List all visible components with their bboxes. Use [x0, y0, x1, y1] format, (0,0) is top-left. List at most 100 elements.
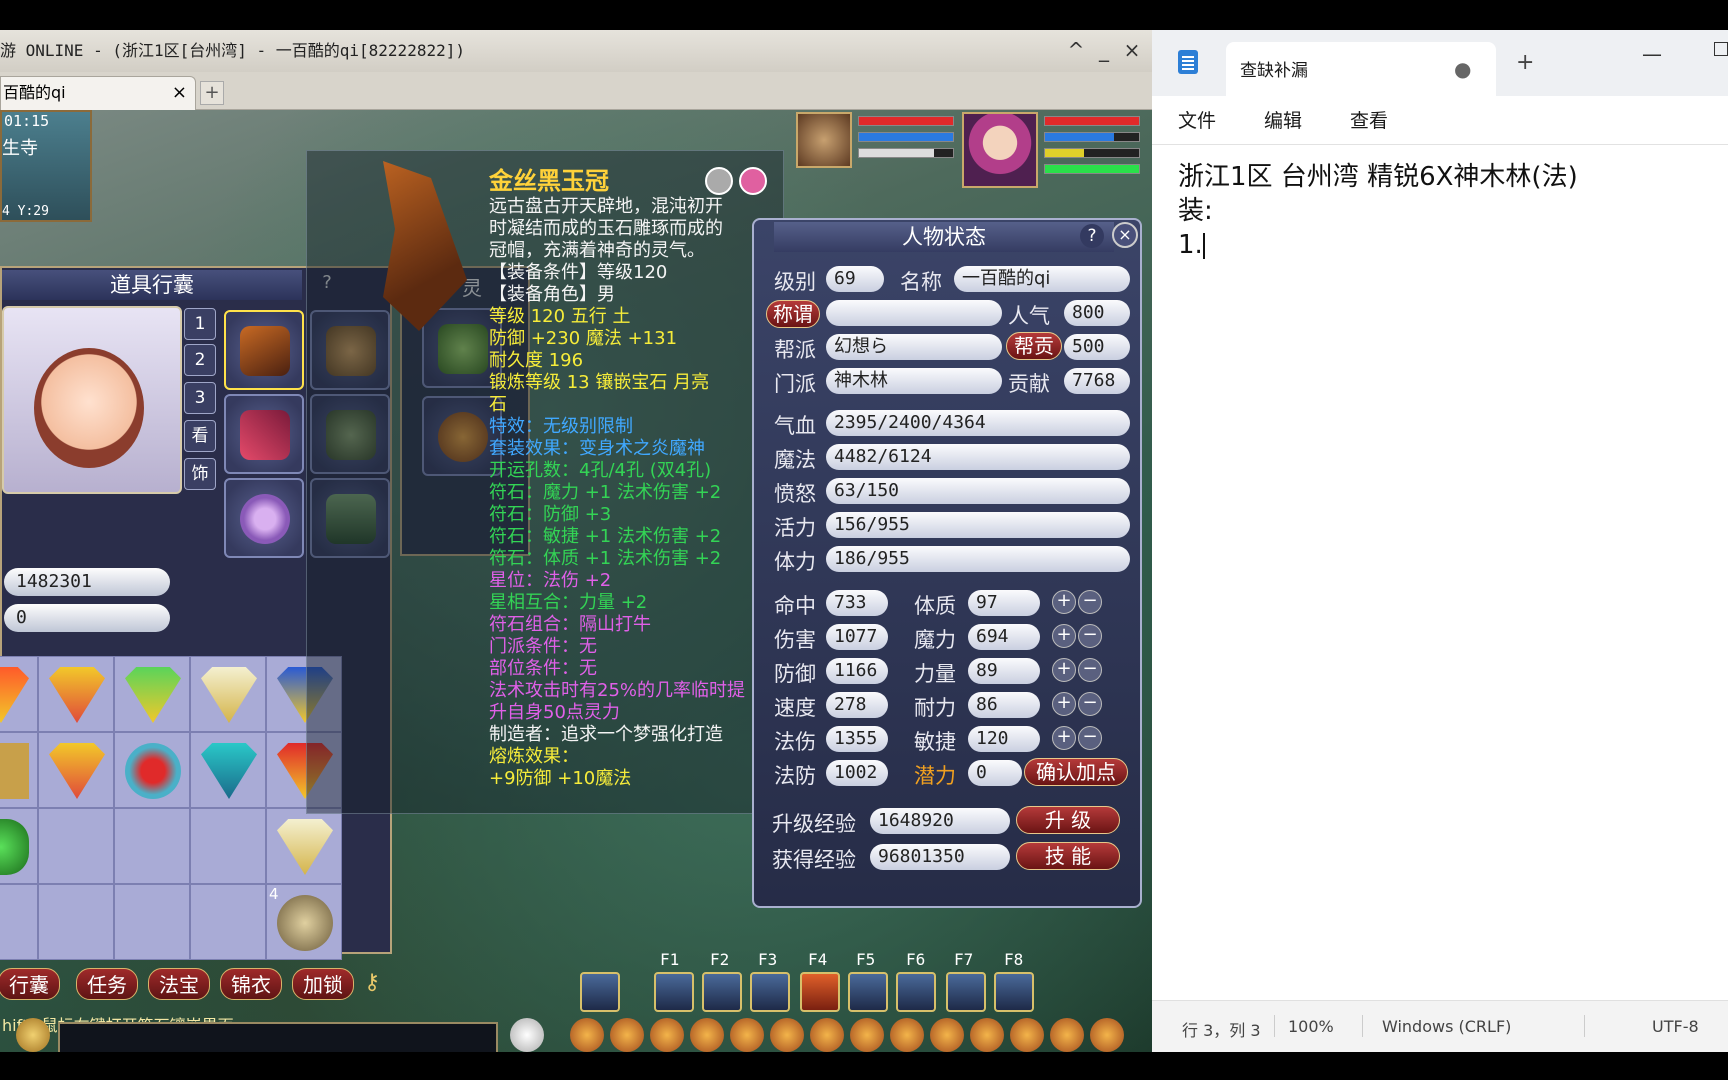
- endurance-minus-button[interactable]: −: [1078, 692, 1102, 716]
- toolbar-icon[interactable]: [970, 1018, 1004, 1052]
- character-close-button[interactable]: ×: [1112, 222, 1138, 248]
- inventory-cell[interactable]: 4: [266, 884, 342, 960]
- constitution-plus-button[interactable]: +: [1052, 590, 1076, 614]
- confirm-points-button[interactable]: 确认加点: [1024, 758, 1128, 786]
- accessory-tab[interactable]: 饰: [184, 458, 216, 490]
- new-tab-button[interactable]: +: [200, 81, 224, 105]
- toolbar-icon[interactable]: [690, 1018, 724, 1052]
- constitution-field: 97: [968, 590, 1040, 616]
- close-button[interactable]: ×: [1120, 38, 1144, 62]
- menu-view[interactable]: 查看: [1350, 106, 1388, 133]
- inventory-cell[interactable]: [266, 808, 342, 884]
- toolbar-icon[interactable]: [930, 1018, 964, 1052]
- skill-slot-f3[interactable]: [750, 972, 790, 1012]
- toolbar-icon[interactable]: [850, 1018, 884, 1052]
- constitution-minus-button[interactable]: −: [1078, 590, 1102, 614]
- inventory-cell[interactable]: [38, 732, 114, 808]
- skill-slot-f2[interactable]: [702, 972, 742, 1012]
- strength-minus-button[interactable]: −: [1078, 658, 1102, 682]
- skill-slot-f6[interactable]: [896, 972, 936, 1012]
- inventory-cell[interactable]: [38, 884, 114, 960]
- guild-contrib-button[interactable]: 帮贡: [1006, 332, 1062, 360]
- tab-close-icon[interactable]: ×: [172, 77, 187, 109]
- agility-plus-button[interactable]: +: [1052, 726, 1076, 750]
- school-label: 门派: [774, 372, 816, 396]
- inventory-cell[interactable]: [0, 732, 38, 808]
- skill-slot-f4[interactable]: [800, 972, 840, 1012]
- notepad-maximize-button[interactable]: [1714, 42, 1728, 56]
- toolbar-icon[interactable]: [1010, 1018, 1044, 1052]
- chat-input[interactable]: [58, 1022, 498, 1052]
- inventory-page-3[interactable]: 3: [184, 382, 216, 414]
- notepad-minimize-button[interactable]: —: [1642, 42, 1662, 66]
- bag-button[interactable]: 行囊: [0, 968, 60, 1000]
- game-scene[interactable]: 01:15 生寺 4 Y:29 灵 道具行囊 ? 1482301 0 1 2 3…: [0, 110, 1152, 1052]
- minimap[interactable]: 01:15 生寺 4 Y:29: [0, 110, 92, 222]
- hero-portrait[interactable]: [962, 112, 1038, 188]
- character-help-button[interactable]: ?: [1080, 224, 1104, 248]
- inventory-cell[interactable]: [114, 808, 190, 884]
- inventory-cell[interactable]: [190, 656, 266, 732]
- inventory-cell[interactable]: [114, 884, 190, 960]
- inventory-cell[interactable]: [38, 656, 114, 732]
- menu-file[interactable]: 文件: [1178, 106, 1216, 133]
- toolbar-icon[interactable]: [730, 1018, 764, 1052]
- inventory-cell[interactable]: [190, 808, 266, 884]
- view-tab[interactable]: 看: [184, 420, 216, 452]
- unsaved-dot-icon[interactable]: ●: [1454, 57, 1471, 81]
- skill-slot-f1[interactable]: [654, 972, 694, 1012]
- toolbar-icon[interactable]: [810, 1018, 844, 1052]
- toolbar-icon[interactable]: [1090, 1018, 1124, 1052]
- inventory-cell[interactable]: [190, 732, 266, 808]
- toolbar-icon[interactable]: [890, 1018, 924, 1052]
- equip-slot-belt[interactable]: [224, 478, 304, 558]
- agility-minus-button[interactable]: −: [1078, 726, 1102, 750]
- treasure-button[interactable]: 法宝: [148, 968, 210, 1000]
- lock-button[interactable]: 加锁: [292, 968, 354, 1000]
- magic-power-plus-button[interactable]: +: [1052, 624, 1076, 648]
- toolbar-icon[interactable]: [570, 1018, 604, 1052]
- settings-skill-icon[interactable]: [580, 972, 620, 1012]
- inventory-page-1[interactable]: 1: [184, 308, 216, 340]
- skill-slot-f5[interactable]: [848, 972, 888, 1012]
- skill-slot-f7[interactable]: [946, 972, 986, 1012]
- equip-slot-hat[interactable]: [224, 310, 304, 390]
- outfit-button[interactable]: 锦衣: [220, 968, 282, 1000]
- inventory-cell[interactable]: [114, 732, 190, 808]
- toolbar-icon[interactable]: [650, 1018, 684, 1052]
- inventory-cell[interactable]: [114, 656, 190, 732]
- tooltip-line: 星位：法伤 +2: [489, 570, 612, 591]
- toolbar-icon[interactable]: [610, 1018, 644, 1052]
- notepad-tab[interactable]: 查缺补漏 ●: [1226, 42, 1496, 96]
- inventory-cell[interactable]: [0, 884, 38, 960]
- inventory-page-2[interactable]: 2: [184, 344, 216, 376]
- endurance-plus-button[interactable]: +: [1052, 692, 1076, 716]
- level-up-button[interactable]: 升 级: [1016, 806, 1120, 834]
- inventory-cell[interactable]: [0, 656, 38, 732]
- pet-icon[interactable]: [510, 1018, 544, 1052]
- tooltip-line: 套装效果：变身术之炎魔神: [489, 438, 705, 459]
- magic-power-minus-button[interactable]: −: [1078, 624, 1102, 648]
- inventory-cell[interactable]: [0, 808, 38, 884]
- pet-portrait[interactable]: [796, 112, 852, 168]
- toolbar-icon[interactable]: [1050, 1018, 1084, 1052]
- inventory-cell[interactable]: [190, 884, 266, 960]
- title-button[interactable]: 称谓: [766, 300, 820, 328]
- quest-button[interactable]: 任务: [76, 968, 138, 1000]
- inventory-cell[interactable]: [38, 808, 114, 884]
- skill-slot-f8[interactable]: [994, 972, 1034, 1012]
- key-icon[interactable]: ⚷: [364, 970, 380, 995]
- restore-button[interactable]: ^: [1064, 38, 1088, 62]
- notepad-editor[interactable]: 浙江1区 台州湾 精锐6X神木林(法) 装: 1.: [1178, 160, 1578, 262]
- equip-slot-weapon[interactable]: [224, 394, 304, 474]
- minimize-button[interactable]: _: [1092, 38, 1116, 62]
- skills-button[interactable]: 技 能: [1016, 842, 1120, 870]
- notepad-new-tab-button[interactable]: +: [1516, 50, 1534, 75]
- game-tab[interactable]: 百酷的qi ×: [0, 76, 196, 110]
- strength-plus-button[interactable]: +: [1052, 658, 1076, 682]
- menu-edit[interactable]: 编辑: [1264, 106, 1302, 133]
- editor-line-3-text: 1.: [1178, 230, 1203, 260]
- toolbar-icon[interactable]: [770, 1018, 804, 1052]
- chat-bubble-icon[interactable]: [16, 1018, 50, 1052]
- agility-label: 敏捷: [914, 730, 956, 754]
